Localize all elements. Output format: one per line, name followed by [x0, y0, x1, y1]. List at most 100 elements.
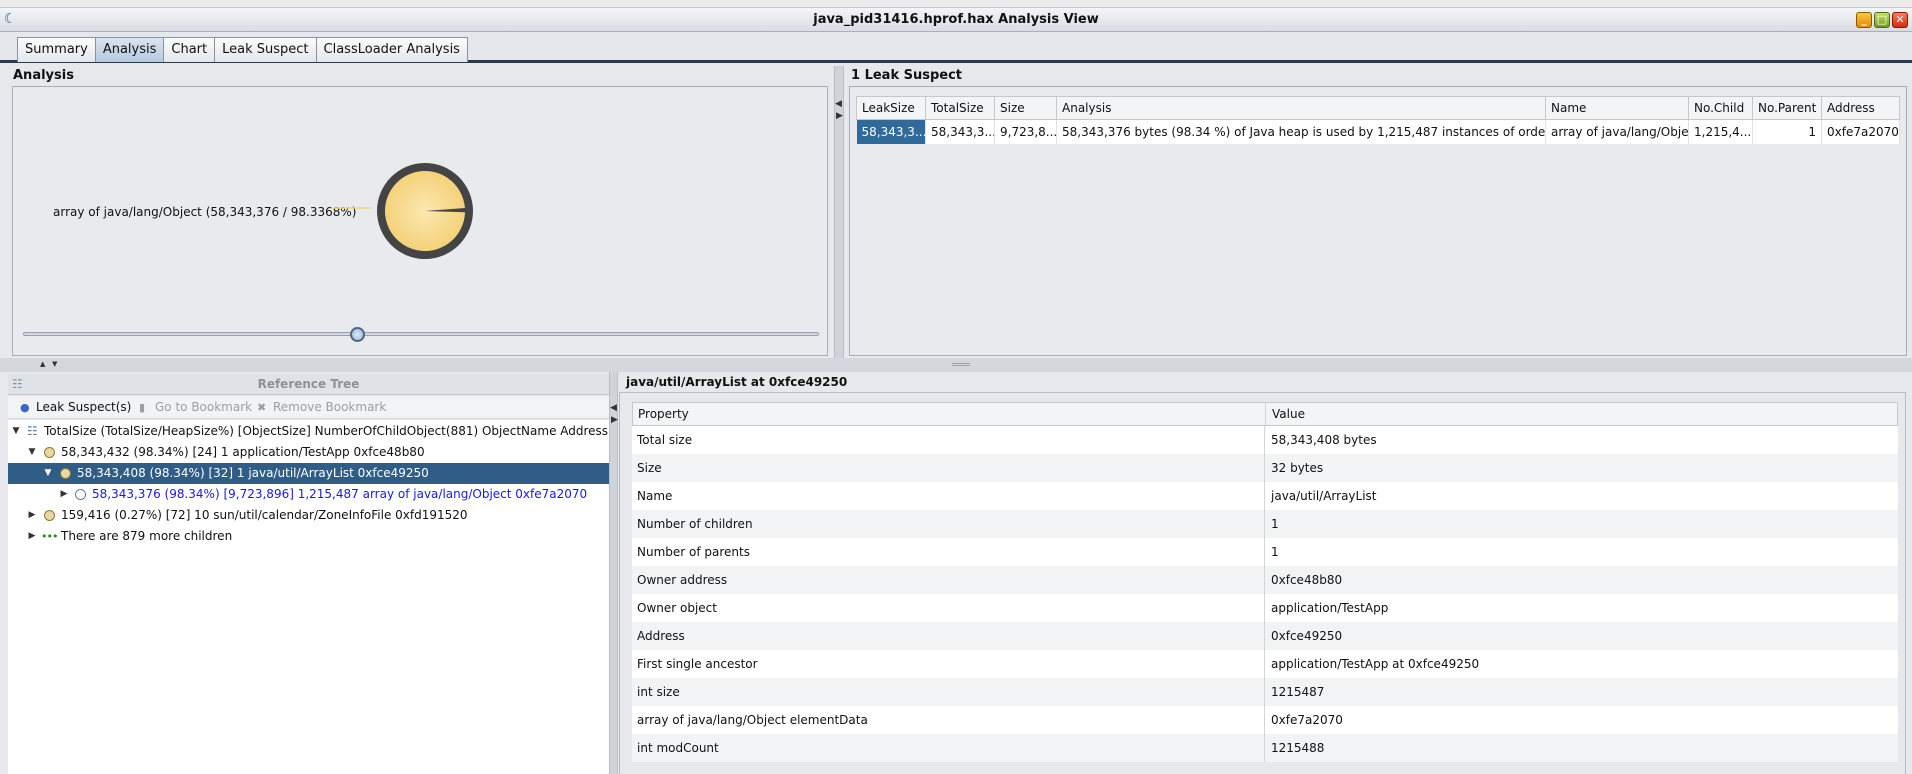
property-name: Owner object	[637, 601, 717, 615]
leak-suspects-button[interactable]: ● Leak Suspect(s)	[20, 400, 131, 414]
column-divider	[1264, 734, 1265, 762]
slider-track[interactable]	[23, 332, 819, 336]
tree-row[interactable]: ▶ 159,416 (0.27%) [72] 10 sun/util/calen…	[8, 505, 609, 526]
table-row[interactable]: Address 0xfce49250	[632, 622, 1898, 650]
window-title: java_pid31416.hprof.hax Analysis View	[813, 12, 1099, 27]
cell-leaksize[interactable]: 58,343,3...	[856, 119, 926, 144]
property-name: Address	[637, 629, 685, 643]
object-icon	[44, 447, 55, 458]
splitter-up-arrow[interactable]: ▲	[40, 360, 45, 369]
splitter-grip[interactable]	[952, 363, 970, 366]
cell-totalsize[interactable]: 58,343,3...	[925, 119, 995, 144]
table-row[interactable]: Name java/util/ArrayList	[632, 482, 1898, 510]
table-row[interactable]: 58,343,3... 58,343,3... 9,723,8... 58,34…	[856, 119, 1900, 144]
col-header-property[interactable]: Property	[638, 403, 689, 425]
object-icon	[44, 510, 55, 521]
tree-row[interactable]: ▶ 58,343,376 (98.34%) [9,723,896] 1,215,…	[8, 484, 609, 505]
property-name: Number of parents	[637, 545, 750, 559]
table-row[interactable]: Size 32 bytes	[632, 454, 1898, 482]
column-divider	[1264, 622, 1265, 650]
collapse-right-arrow[interactable]: ▶	[836, 112, 843, 121]
leak-panel-title: 1 Leak Suspect	[851, 68, 963, 83]
property-value: application/TestApp at 0xfce49250	[1271, 657, 1480, 671]
col-header-leaksize[interactable]: LeakSize	[856, 96, 926, 120]
collapse-left-arrow[interactable]: ◀	[835, 100, 842, 109]
remove-bookmark-button[interactable]: ✖ Remove Bookmark	[257, 400, 386, 414]
tab-analysis[interactable]: Analysis	[94, 37, 165, 62]
col-header-totalsize[interactable]: TotalSize	[925, 96, 995, 120]
property-value: java/util/ArrayList	[1271, 489, 1377, 503]
cell-analysis[interactable]: 58,343,376 bytes (98.34 %) of Java heap …	[1056, 119, 1546, 144]
bottom-splitter[interactable]	[609, 372, 618, 774]
col-header-address[interactable]: Address	[1821, 96, 1900, 120]
property-name: Owner address	[637, 573, 728, 587]
table-row[interactable]: Total size 58,343,408 bytes	[632, 426, 1898, 454]
maximize-button[interactable]: □	[1874, 12, 1890, 28]
column-divider	[1265, 403, 1266, 425]
tree-row-label: 159,416 (0.27%) [72] 10 sun/util/calenda…	[61, 508, 468, 522]
go-to-bookmark-button[interactable]: ▮ Go to Bookmark	[139, 400, 252, 414]
tree-row-label: 58,343,376 (98.34%) [9,723,896] 1,215,48…	[92, 487, 588, 501]
col-header-analysis[interactable]: Analysis	[1056, 96, 1546, 120]
expanded-toggle-icon[interactable]: ▼	[43, 463, 53, 484]
reference-tree: ▼ ☷ TotalSize (TotalSize/HeapSize%) [Obj…	[8, 420, 609, 774]
tree-row[interactable]: ▶ ••• There are 879 more children	[8, 526, 609, 547]
table-row[interactable]: Owner address 0xfce48b80	[632, 566, 1898, 594]
column-divider	[1264, 454, 1265, 482]
minimize-button[interactable]: _	[1856, 12, 1872, 28]
table-row[interactable]: int modCount 1215488	[632, 734, 1898, 762]
top-splitter[interactable]	[834, 66, 844, 358]
tree-row-label: 58,343,408 (98.34%) [32] 1 java/util/Arr…	[77, 466, 429, 480]
property-name: First single ancestor	[637, 657, 758, 671]
cell-no-parent[interactable]: 1	[1752, 119, 1822, 144]
splitter-down-arrow[interactable]: ▼	[52, 360, 57, 369]
property-name: Number of children	[637, 517, 753, 531]
tab-summary[interactable]: Summary	[17, 37, 96, 62]
collapsed-toggle-icon[interactable]: ▶	[27, 526, 37, 547]
collapsed-toggle-icon[interactable]: ▶	[27, 505, 37, 526]
property-value: 0xfe7a2070	[1271, 713, 1343, 727]
tab-chart[interactable]: Chart	[163, 37, 216, 62]
col-header-no-parent[interactable]: No.Parent	[1752, 96, 1822, 120]
expanded-toggle-icon[interactable]: ▼	[11, 421, 21, 442]
table-row[interactable]: Number of parents 1	[632, 538, 1898, 566]
cell-address[interactable]: 0xfe7a2070	[1821, 119, 1900, 144]
col-header-name[interactable]: Name	[1545, 96, 1689, 120]
close-button[interactable]: ✕	[1892, 12, 1908, 28]
expanded-toggle-icon[interactable]: ▼	[27, 442, 37, 463]
analysis-panel-title: Analysis	[13, 68, 74, 83]
tree-row-label: 58,343,432 (98.34%) [24] 1 application/T…	[61, 445, 425, 459]
table-row[interactable]: First single ancestor application/TestAp…	[632, 650, 1898, 678]
tree-row-selected[interactable]: ▼ 58,343,408 (98.34%) [32] 1 java/util/A…	[8, 463, 609, 484]
col-header-no-child[interactable]: No.Child	[1688, 96, 1753, 120]
tree-row[interactable]: ▼ 58,343,432 (98.34%) [24] 1 application…	[8, 442, 609, 463]
column-divider	[1264, 566, 1265, 594]
col-header-size[interactable]: Size	[994, 96, 1057, 120]
table-row[interactable]: Number of children 1	[632, 510, 1898, 538]
property-name: int size	[637, 685, 680, 699]
reference-tree-title: Reference Tree	[257, 377, 360, 391]
tree-row-label: There are 879 more children	[61, 529, 233, 543]
cell-no-child[interactable]: 1,215,4...	[1688, 119, 1753, 144]
tree-row-root[interactable]: ▼ ☷ TotalSize (TotalSize/HeapSize%) [Obj…	[8, 421, 609, 442]
pie-leader-line	[331, 207, 371, 209]
table-row[interactable]: int size 1215487	[632, 678, 1898, 706]
col-header-value[interactable]: Value	[1272, 403, 1305, 425]
property-value: 1215487	[1271, 685, 1325, 699]
cell-size[interactable]: 9,723,8...	[994, 119, 1057, 144]
properties-title: java/util/ArrayList at 0xfce49250	[626, 375, 848, 389]
table-row[interactable]: array of java/lang/Object elementData 0x…	[632, 706, 1898, 734]
property-value: 1215488	[1271, 741, 1325, 755]
collapse-right-arrow[interactable]: ▶	[611, 416, 618, 425]
tab-leak-suspect[interactable]: Leak Suspect	[214, 37, 317, 62]
property-value: application/TestApp	[1271, 601, 1389, 615]
slider-thumb[interactable]	[350, 327, 366, 342]
table-row[interactable]: Owner object application/TestApp	[632, 594, 1898, 622]
collapse-left-arrow[interactable]: ◀	[610, 404, 617, 413]
collapsed-toggle-icon[interactable]: ▶	[59, 484, 69, 505]
cell-name[interactable]: array of java/lang/Object	[1545, 119, 1689, 144]
tab-classloader-analysis[interactable]: ClassLoader Analysis	[315, 37, 468, 62]
property-name: int modCount	[637, 741, 719, 755]
property-name: Name	[637, 489, 673, 503]
column-divider	[1264, 678, 1265, 706]
